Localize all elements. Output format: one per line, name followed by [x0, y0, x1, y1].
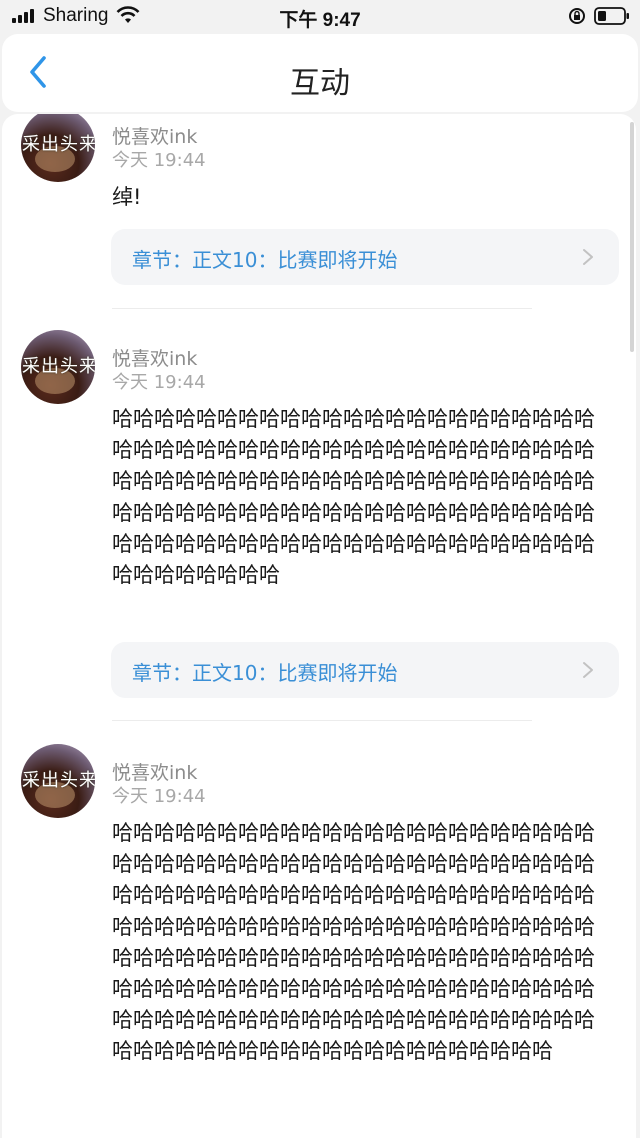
avatar-text: 采出头来 — [22, 770, 95, 791]
comment-text: 哈哈哈哈哈哈哈哈哈哈哈哈哈哈哈哈哈哈哈哈哈哈哈哈哈哈哈哈哈哈哈哈哈哈哈哈哈哈哈哈… — [112, 821, 595, 1064]
avatar-text: 采出头来 — [22, 134, 95, 155]
battery-icon — [594, 7, 629, 25]
username[interactable]: 悦喜欢ink — [112, 344, 197, 371]
rotation-lock-icon — [569, 8, 585, 24]
avatar[interactable]: 采出头来 — [21, 744, 95, 818]
chapter-label: 章节：正文10：比赛即将开始 — [132, 661, 398, 685]
timestamp: 今天 19:44 — [112, 372, 206, 393]
status-time: 下午 9:47 — [279, 10, 361, 31]
timestamp: 今天 19:44 — [112, 786, 206, 807]
avatar-text: 采出头来 — [22, 356, 95, 377]
chapter-link[interactable]: 章节：正文10：比赛即将开始 — [111, 229, 619, 285]
chapter-label: 章节：正文10：比赛即将开始 — [132, 248, 398, 272]
comment-list[interactable]: 采出头来 悦喜欢ink 今天 19:44 绰! 章节：正文10：比赛即将开始 采… — [2, 114, 636, 1138]
page-title: 互动 — [290, 66, 350, 101]
username[interactable]: 悦喜欢ink — [112, 122, 197, 149]
timestamp: 今天 19:44 — [112, 150, 206, 171]
avatar[interactable]: 采出头来 — [21, 330, 95, 404]
comment-text: 哈哈哈哈哈哈哈哈哈哈哈哈哈哈哈哈哈哈哈哈哈哈哈哈哈哈哈哈哈哈哈哈哈哈哈哈哈哈哈哈… — [112, 407, 595, 588]
chevron-right-icon — [583, 249, 593, 265]
scrollbar[interactable] — [630, 122, 634, 352]
chapter-link[interactable]: 章节：正文10：比赛即将开始 — [111, 642, 619, 698]
avatar[interactable]: 采出头来 — [21, 114, 95, 182]
divider — [112, 720, 532, 721]
divider — [112, 308, 532, 309]
comment-text: 绰! — [112, 185, 142, 209]
status-bar: Sharing 下午 9:47 — [0, 0, 640, 32]
nav-header: 互动 — [2, 34, 638, 112]
screen: Sharing 下午 9:47 互动 采出头来 悦喜欢ink 今天 19:44 … — [0, 0, 640, 1138]
chevron-right-icon — [583, 662, 593, 678]
username[interactable]: 悦喜欢ink — [112, 758, 197, 785]
